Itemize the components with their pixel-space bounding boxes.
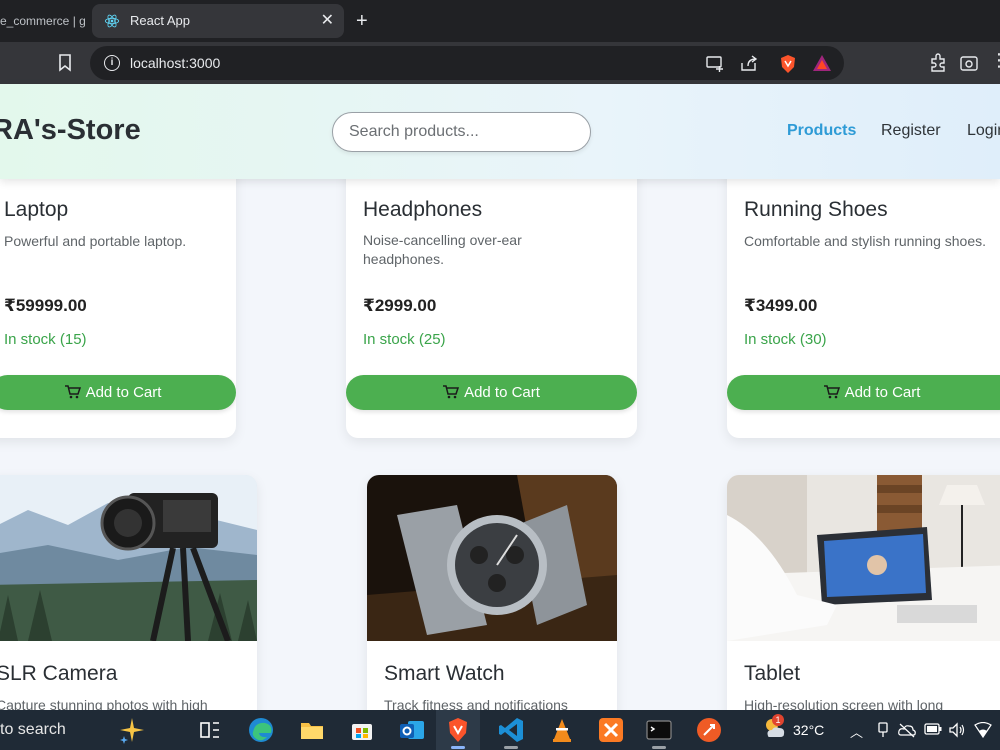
brave-rewards-icon[interactable] bbox=[812, 54, 832, 72]
cart-icon bbox=[64, 385, 81, 399]
nav-register[interactable]: Register bbox=[881, 122, 941, 140]
new-tab-icon[interactable]: + bbox=[356, 4, 368, 38]
cart-icon bbox=[823, 385, 840, 399]
product-name[interactable]: Tablet bbox=[744, 662, 800, 686]
outlook-icon[interactable] bbox=[398, 716, 426, 744]
copilot-sparkle-icon[interactable] bbox=[118, 716, 146, 744]
add-to-cart-label: Add to Cart bbox=[464, 384, 540, 401]
tab-title: e_commerce | g bbox=[0, 14, 86, 28]
weather-badge: 1 bbox=[772, 714, 784, 726]
product-card-laptop: Laptop Powerful and portable laptop. ₹59… bbox=[0, 150, 236, 438]
product-card-running-shoes: Running Shoes Comfortable and stylish ru… bbox=[727, 150, 1000, 438]
brave-shields-icon[interactable] bbox=[778, 54, 798, 74]
brave-browser-icon[interactable] bbox=[444, 716, 472, 744]
onedrive-offline-icon[interactable] bbox=[898, 722, 916, 738]
close-tab-icon[interactable]: ✕ bbox=[321, 4, 334, 38]
browser-tab-react-app[interactable]: React App ✕ bbox=[92, 4, 344, 38]
product-card-slr-camera: SLR Camera Capture stunning photos with … bbox=[0, 475, 257, 735]
windows-taskbar: to search 1 32°C ︿ bbox=[0, 710, 1000, 750]
product-card-headphones: Headphones Noise-cancelling over-ear hea… bbox=[346, 150, 637, 438]
add-to-cart-button[interactable]: Add to Cart bbox=[346, 375, 637, 410]
battery-icon[interactable] bbox=[924, 722, 942, 736]
store-logo[interactable]: RA's-Store bbox=[0, 114, 141, 147]
react-logo-icon bbox=[104, 14, 120, 28]
site-info-icon[interactable]: i bbox=[104, 55, 120, 71]
product-card-tablet: Tablet High-resolution screen with long bbox=[727, 475, 1000, 735]
site-header: RA's-Store Products Register Login bbox=[0, 84, 1000, 179]
tab-title: React App bbox=[130, 13, 190, 28]
browser-tab-e-commerce[interactable]: e_commerce | g bbox=[0, 4, 90, 38]
add-to-cart-button[interactable]: Add to Cart bbox=[727, 375, 1000, 410]
running-app-indicator bbox=[504, 746, 518, 749]
product-name[interactable]: Smart Watch bbox=[384, 662, 505, 686]
product-price: ₹59999.00 bbox=[4, 296, 87, 315]
taskbar-search[interactable]: to search bbox=[0, 710, 66, 750]
xampp-icon[interactable] bbox=[597, 716, 625, 744]
product-description: Noise-cancelling over-ear headphones. bbox=[363, 232, 522, 267]
extensions-icon[interactable] bbox=[928, 53, 948, 73]
camera-product-image[interactable] bbox=[0, 475, 257, 641]
postman-icon[interactable] bbox=[695, 716, 723, 744]
nav-products[interactable]: Products bbox=[787, 122, 856, 140]
file-explorer-icon[interactable] bbox=[298, 716, 326, 744]
volume-icon[interactable] bbox=[948, 722, 966, 738]
product-card-smart-watch: Smart Watch Track fitness and notificati… bbox=[367, 475, 617, 735]
url-text: localhost:3000 bbox=[130, 55, 221, 71]
show-hidden-icons-chevron-icon[interactable]: ︿ bbox=[850, 722, 863, 741]
running-app-indicator bbox=[652, 746, 666, 749]
stock-status: In stock (15) bbox=[4, 331, 87, 348]
search-input[interactable] bbox=[332, 112, 591, 152]
product-price: ₹2999.00 bbox=[363, 296, 437, 315]
stock-status: In stock (30) bbox=[744, 331, 827, 348]
browser-tabstrip: e_commerce | g React App ✕ + bbox=[0, 0, 1000, 42]
product-price: ₹3499.00 bbox=[744, 296, 818, 315]
tablet-product-image[interactable] bbox=[727, 475, 1000, 641]
active-app-indicator bbox=[451, 746, 465, 749]
taskbar-search-label: to search bbox=[0, 721, 66, 738]
usb-device-icon[interactable] bbox=[876, 722, 890, 738]
browser-toolbar: i localhost:3000 ⋮ bbox=[0, 42, 1000, 84]
vscode-icon[interactable] bbox=[497, 716, 525, 744]
wifi-icon[interactable] bbox=[974, 722, 992, 738]
wallet-icon[interactable] bbox=[959, 53, 979, 73]
weather-temperature[interactable]: 32°C bbox=[793, 710, 824, 750]
product-name[interactable]: SLR Camera bbox=[0, 662, 117, 686]
address-bar[interactable]: i localhost:3000 bbox=[90, 46, 844, 80]
smart-watch-product-image[interactable] bbox=[367, 475, 617, 641]
add-to-cart-label: Add to Cart bbox=[844, 384, 921, 401]
edge-browser-icon[interactable] bbox=[247, 716, 275, 744]
share-icon[interactable] bbox=[740, 54, 758, 72]
microsoft-store-icon[interactable] bbox=[348, 716, 376, 744]
menu-icon[interactable]: ⋮ bbox=[990, 50, 1000, 71]
product-description: Comfortable and stylish running shoes. bbox=[744, 233, 987, 249]
install-app-icon[interactable] bbox=[706, 54, 724, 72]
add-to-cart-button[interactable]: Add to Cart bbox=[0, 375, 236, 410]
product-name[interactable]: Running Shoes bbox=[744, 198, 888, 222]
vlc-player-icon[interactable] bbox=[548, 716, 576, 744]
task-view-icon[interactable] bbox=[196, 716, 224, 744]
product-name[interactable]: Laptop bbox=[4, 198, 68, 222]
bookmark-icon[interactable] bbox=[58, 54, 72, 72]
stock-status: In stock (25) bbox=[363, 331, 446, 348]
cart-icon bbox=[443, 385, 460, 399]
terminal-icon[interactable] bbox=[645, 716, 673, 744]
add-to-cart-label: Add to Cart bbox=[85, 384, 162, 401]
product-name[interactable]: Headphones bbox=[363, 198, 482, 222]
nav-login[interactable]: Login bbox=[967, 122, 1000, 140]
product-description: Powerful and portable laptop. bbox=[4, 233, 187, 249]
